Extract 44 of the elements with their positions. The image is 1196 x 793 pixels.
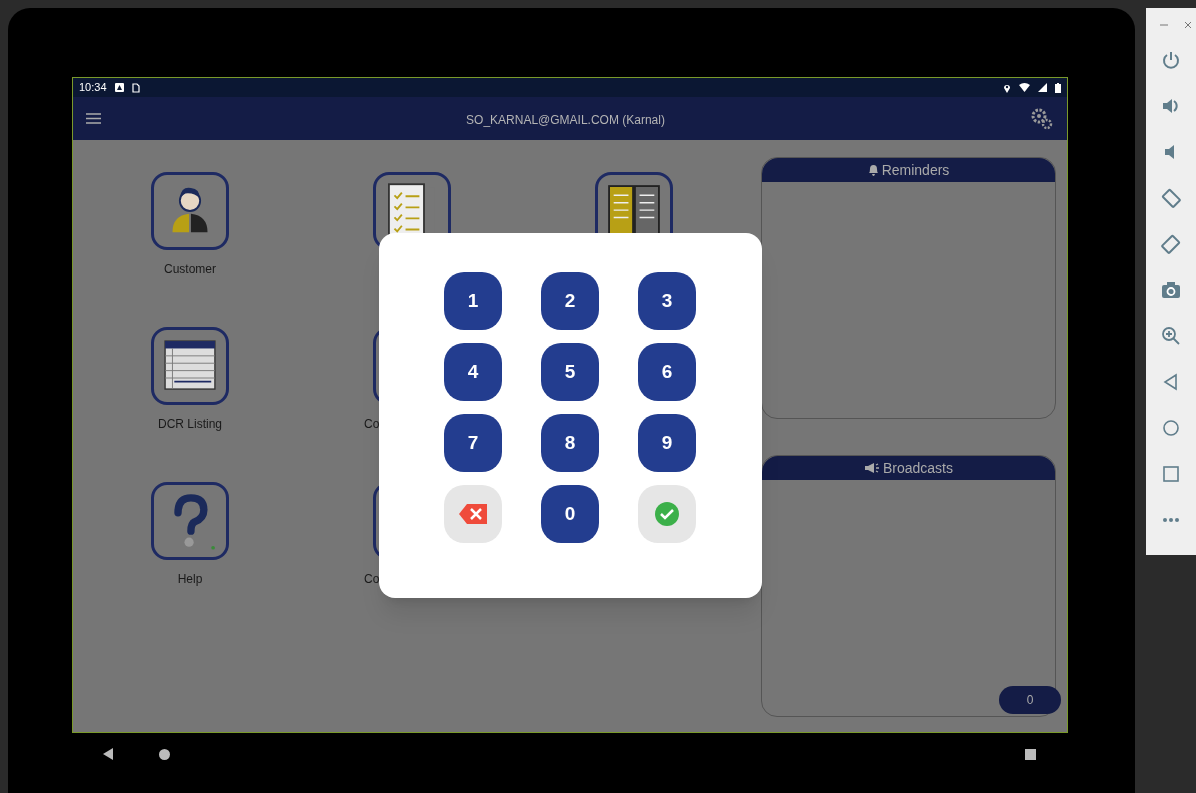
digit-key[interactable]: 7 — [444, 414, 502, 472]
back-icon[interactable] — [102, 748, 114, 760]
power-icon[interactable] — [1161, 50, 1181, 70]
digit-key[interactable]: 6 — [638, 343, 696, 401]
tile-label: Co — [364, 416, 380, 433]
confirm-key[interactable] — [638, 485, 696, 543]
menu-icon[interactable] — [86, 113, 101, 124]
digit-key[interactable]: 2 — [541, 272, 599, 330]
tile-card[interactable] — [151, 172, 229, 250]
speaker-loud-icon[interactable] — [1161, 96, 1181, 116]
tile-label: DCR Listing — [158, 416, 222, 433]
digit-key[interactable]: 0 — [541, 485, 599, 543]
settings-icon[interactable] — [1030, 106, 1054, 131]
status-time: 10:34 — [79, 80, 107, 96]
count-badge: 0 — [999, 686, 1061, 714]
panel-title: Broadcasts — [882, 458, 953, 478]
digit-key[interactable]: 9 — [638, 414, 696, 472]
backspace-key[interactable] — [444, 485, 502, 543]
camera-icon[interactable] — [1161, 280, 1181, 300]
digit-key[interactable]: 8 — [541, 414, 599, 472]
zoom-in-icon[interactable] — [1161, 326, 1181, 346]
backspace-icon — [459, 504, 487, 524]
close-icon[interactable] — [1184, 20, 1192, 30]
bell-icon — [867, 164, 879, 176]
wifi-icon — [1019, 83, 1030, 92]
app-title: SO_KARNAL@GMAIL.COM (Karnal) — [466, 112, 665, 127]
overview-icon[interactable] — [1025, 748, 1036, 760]
notification-icon — [114, 83, 124, 92]
digit-key[interactable]: 5 — [541, 343, 599, 401]
tile-card[interactable] — [151, 482, 229, 560]
home-icon[interactable] — [159, 748, 170, 760]
tile-card[interactable] — [151, 327, 229, 405]
location-icon — [1003, 82, 1011, 93]
tile-label: Co — [364, 571, 380, 588]
digit-key[interactable]: 1 — [444, 272, 502, 330]
tile-label: Help — [177, 571, 203, 588]
panel-title: Reminders — [881, 160, 950, 180]
signal-icon — [1038, 83, 1047, 92]
megaphone-icon — [863, 462, 880, 474]
digit-key[interactable]: 3 — [638, 272, 696, 330]
digit-key[interactable]: 4 — [444, 343, 502, 401]
battery-icon — [1055, 82, 1061, 93]
tile-label: Customer — [164, 261, 216, 278]
check-icon — [655, 502, 679, 526]
